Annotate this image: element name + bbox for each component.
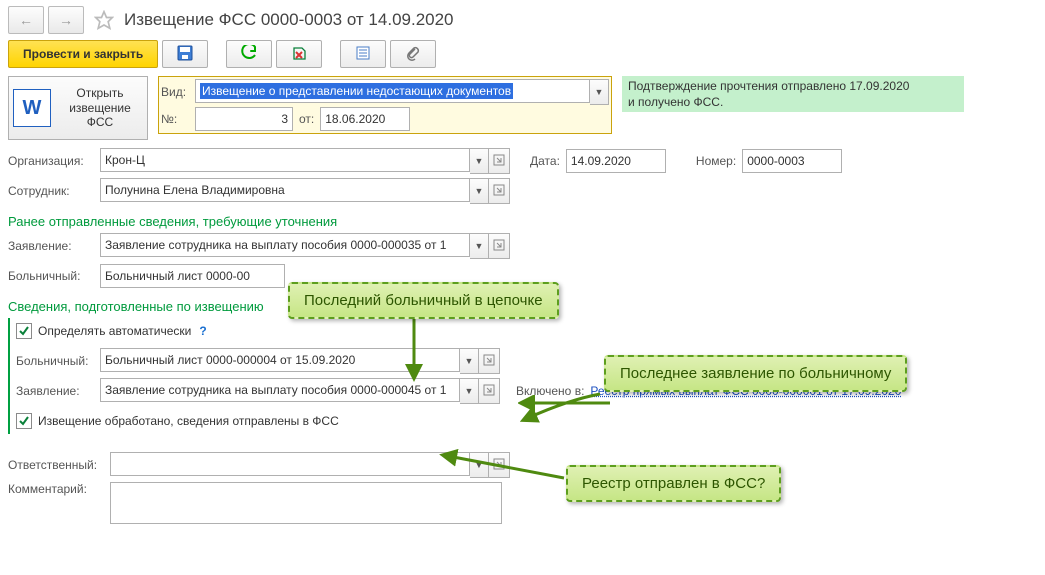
- comment-field[interactable]: [110, 482, 502, 524]
- org-label: Организация:: [8, 154, 94, 168]
- word-button-text: ФСС: [57, 115, 143, 129]
- boln2-label: Больничный:: [16, 354, 94, 368]
- zayav2-label: Заявление:: [16, 384, 94, 398]
- tip-last-application: Последнее заявление по больничному: [604, 355, 907, 392]
- page-title: Извещение ФСС 0000-0003 от 14.09.2020: [124, 10, 454, 30]
- processed-checkbox[interactable]: [16, 413, 32, 429]
- auto-detect-label: Определять автоматически: [38, 324, 191, 338]
- open-icon: [483, 384, 495, 399]
- word-button-text: извещение: [57, 101, 143, 115]
- processed-label: Извещение обработано, сведения отправлен…: [38, 414, 339, 428]
- notice-date-field[interactable]: 18.06.2020: [320, 107, 410, 131]
- nav-forward-button[interactable]: →: [48, 6, 84, 34]
- section-previous-title: Ранее отправленные сведения, требующие у…: [8, 214, 1045, 229]
- prev-boln-label: Больничный:: [8, 269, 94, 283]
- attach-button[interactable]: [390, 40, 436, 68]
- arrow-left-icon: ←: [19, 12, 33, 28]
- list-icon: [355, 45, 371, 64]
- tip-last-sicklist: Последний больничный в цепочке: [288, 282, 559, 319]
- org-dropdown[interactable]: ▼: [470, 148, 489, 174]
- date-label: Дата:: [530, 154, 560, 168]
- help-icon[interactable]: ?: [199, 324, 206, 338]
- org-field[interactable]: Крон-Ц: [100, 148, 470, 172]
- resp-label: Ответственный:: [8, 458, 104, 472]
- arrow-right-icon: →: [59, 12, 73, 28]
- employee-dropdown[interactable]: ▼: [470, 178, 489, 204]
- num-label: №:: [161, 112, 189, 126]
- employee-field[interactable]: Полунина Елена Владимировна: [100, 178, 470, 202]
- boln2-dropdown[interactable]: ▼: [460, 348, 479, 374]
- num-field[interactable]: 3: [195, 107, 293, 131]
- diskette-icon: [177, 45, 193, 64]
- prev-zayav-dropdown[interactable]: ▼: [470, 233, 489, 259]
- annotation-arrow-icon: [400, 315, 430, 385]
- ot-label: от:: [299, 112, 314, 126]
- nav-back-button[interactable]: ←: [8, 6, 44, 34]
- open-icon: [493, 239, 505, 254]
- post-and-close-button[interactable]: Провести и закрыть: [8, 40, 158, 68]
- zayav2-open-button[interactable]: [479, 378, 500, 404]
- zayav2-dropdown[interactable]: ▼: [460, 378, 479, 404]
- prev-zayav-open-button[interactable]: [489, 233, 510, 259]
- boln2-open-button[interactable]: [479, 348, 500, 374]
- employee-open-button[interactable]: [489, 178, 510, 204]
- cancel-posting-icon: [291, 45, 307, 64]
- confirm-status-box: Подтверждение прочтения отправлено 17.09…: [622, 76, 964, 112]
- vid-field[interactable]: Извещение о представлении недостающих до…: [195, 79, 590, 103]
- employee-label: Сотрудник:: [8, 184, 94, 198]
- auto-detect-checkbox[interactable]: [16, 323, 32, 339]
- prev-boln-field[interactable]: Больничный лист 0000-00: [100, 264, 285, 288]
- vid-label: Вид:: [161, 85, 189, 99]
- resp-field[interactable]: [110, 452, 470, 476]
- open-icon: [493, 154, 505, 169]
- open-fss-notice-button[interactable]: W Открыть извещение ФСС: [8, 76, 148, 140]
- word-doc-icon: W: [13, 89, 51, 127]
- list-button[interactable]: [340, 40, 386, 68]
- tip-registry-sent: Реестр отправлен в ФСС?: [566, 465, 781, 502]
- prev-zayav-field[interactable]: Заявление сотрудника на выплату пособия …: [100, 233, 470, 257]
- open-icon: [483, 354, 495, 369]
- post-button[interactable]: [226, 40, 272, 68]
- number-field[interactable]: 0000-0003: [742, 149, 842, 173]
- date-field[interactable]: 14.09.2020: [566, 149, 666, 173]
- cancel-posting-button[interactable]: [276, 40, 322, 68]
- annotation-arrow-icon: [518, 395, 618, 413]
- org-open-button[interactable]: [489, 148, 510, 174]
- vid-dropdown-button[interactable]: ▼: [590, 79, 609, 105]
- comment-label: Комментарий:: [8, 482, 104, 496]
- number-label: Номер:: [696, 154, 736, 168]
- star-icon[interactable]: [94, 10, 114, 30]
- save-button[interactable]: [162, 40, 208, 68]
- word-button-text: Открыть: [57, 86, 143, 100]
- paperclip-icon: [405, 45, 421, 64]
- post-icon: [241, 45, 257, 64]
- prev-zayav-label: Заявление:: [8, 239, 94, 253]
- open-icon: [493, 184, 505, 199]
- annotation-arrow-icon: [438, 448, 578, 488]
